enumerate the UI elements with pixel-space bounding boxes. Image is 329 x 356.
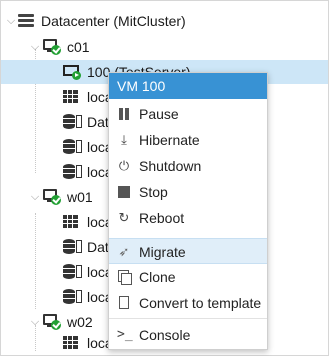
menu-item-label: Stop	[139, 184, 168, 200]
menu-item-label: Shutdown	[139, 158, 202, 174]
node-label: w02	[67, 314, 93, 330]
menu-item-reboot[interactable]: ↻ Reboot	[109, 205, 267, 231]
chevron-down-icon[interactable]: ⌵	[29, 316, 41, 328]
clone-icon	[117, 270, 132, 285]
reboot-icon: ↻	[118, 210, 130, 225]
menu-item-pause[interactable]: Pause	[109, 101, 267, 127]
menu-item-label: Convert to template	[139, 295, 262, 311]
menu-item-console[interactable]: >_ Console	[109, 322, 267, 348]
storage-grid-icon	[63, 90, 78, 103]
database-icon	[63, 114, 83, 130]
tree-item-datacenter[interactable]: ⌵ Datacenter (MitCluster)	[1, 9, 328, 33]
node-online-icon	[43, 314, 61, 330]
node-online-icon	[43, 189, 61, 205]
menu-item-migrate[interactable]: ➶ Migrate	[109, 238, 267, 264]
pause-icon	[117, 107, 131, 121]
vm-context-menu: VM 100 Pause ⤓ Hibernate ⏻ Shutdown Stop…	[108, 72, 268, 350]
file-icon	[117, 296, 131, 310]
power-icon: ⏻	[118, 158, 130, 173]
stop-icon	[117, 185, 131, 199]
tree-item-node-c01[interactable]: ⌵ c01	[1, 35, 328, 59]
context-menu-title: VM 100	[109, 73, 267, 99]
chevron-down-icon[interactable]: ⌵	[29, 41, 41, 53]
chevron-down-icon[interactable]: ⌵	[5, 15, 17, 27]
menu-item-label: Hibernate	[139, 132, 200, 148]
menu-item-shutdown[interactable]: ⏻ Shutdown	[109, 153, 267, 179]
menu-item-label: Reboot	[139, 210, 185, 226]
datacenter-icon	[18, 14, 34, 28]
menu-item-convert-to-template[interactable]: Convert to template	[109, 290, 267, 316]
menu-separator	[109, 318, 267, 319]
menu-item-label: Migrate	[139, 244, 186, 260]
node-online-icon	[43, 39, 61, 55]
storage-grid-icon	[63, 336, 78, 349]
send-icon: ➶	[118, 244, 130, 259]
database-icon	[63, 289, 83, 305]
menu-item-stop[interactable]: Stop	[109, 179, 267, 205]
storage-grid-icon	[63, 215, 78, 228]
terminal-icon: >_	[117, 327, 133, 342]
chevron-down-icon[interactable]: ⌵	[29, 191, 41, 203]
database-icon	[63, 239, 83, 255]
menu-item-clone[interactable]: Clone	[109, 264, 267, 290]
hibernate-icon: ⤓	[121, 132, 127, 147]
database-icon	[63, 264, 83, 280]
database-icon	[63, 139, 83, 155]
vm-running-icon	[63, 64, 81, 80]
node-label: c01	[67, 39, 90, 55]
menu-item-label: Pause	[139, 106, 179, 122]
menu-item-hibernate[interactable]: ⤓ Hibernate	[109, 127, 267, 153]
menu-item-label: Console	[139, 327, 191, 343]
menu-item-label: Clone	[139, 269, 176, 285]
datacenter-label: Datacenter (MitCluster)	[41, 13, 186, 29]
database-icon	[63, 164, 83, 180]
node-label: w01	[67, 189, 93, 205]
